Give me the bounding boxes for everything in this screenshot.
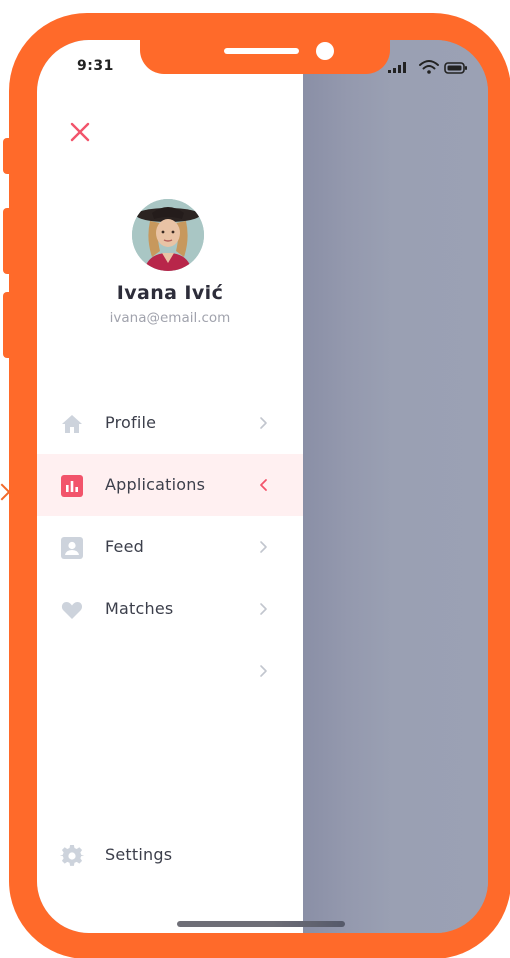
signal-icon bbox=[388, 62, 406, 73]
status-icons bbox=[388, 60, 468, 74]
user-name: Ivana Ivić bbox=[116, 282, 224, 304]
chevron-right-icon bbox=[260, 603, 267, 615]
drawer-menu: Profile Applications Feed Matches bbox=[37, 392, 303, 702]
menu-item-label: Settings bbox=[105, 845, 173, 864]
close-drawer-button[interactable] bbox=[65, 117, 95, 147]
phone-frame: Ivana Ivić ivana@email.com Profile Appli… bbox=[9, 13, 510, 958]
menu-item-profile[interactable]: Profile bbox=[37, 392, 303, 454]
wifi-icon bbox=[419, 60, 439, 74]
chevron-right-icon bbox=[260, 665, 267, 677]
app-stage: Ivana Ivić ivana@email.com Profile Appli… bbox=[0, 0, 510, 958]
status-time: 9:31 bbox=[77, 58, 114, 74]
close-icon bbox=[70, 122, 90, 142]
user-email: ivana@email.com bbox=[109, 310, 231, 326]
menu-item-label: Matches bbox=[105, 599, 174, 618]
contact-card-icon bbox=[61, 537, 83, 559]
menu-item-label: Applications bbox=[105, 475, 206, 494]
menu-item-feed[interactable]: Feed bbox=[37, 516, 303, 578]
heart-icon bbox=[61, 602, 83, 619]
chevron-right-icon bbox=[260, 541, 267, 553]
home-indicator[interactable] bbox=[177, 921, 345, 927]
menu-item-label: Feed bbox=[105, 537, 144, 556]
menu-item-label: Profile bbox=[105, 413, 157, 432]
user-photo-icon bbox=[132, 199, 204, 271]
phone-screen: Ivana Ivić ivana@email.com Profile Appli… bbox=[37, 40, 488, 933]
menu-item-settings[interactable]: Settings bbox=[37, 824, 303, 886]
gear-icon bbox=[60, 844, 84, 866]
navigation-drawer: Ivana Ivić ivana@email.com Profile Appli… bbox=[37, 40, 303, 933]
chevron-right-icon bbox=[260, 417, 267, 429]
menu-item-unlabeled[interactable] bbox=[37, 640, 303, 702]
bar-chart-icon bbox=[61, 475, 83, 497]
avatar[interactable] bbox=[132, 199, 204, 271]
battery-icon bbox=[444, 62, 467, 74]
menu-item-matches[interactable]: Matches bbox=[37, 578, 303, 640]
chevron-left-icon bbox=[260, 479, 267, 491]
content-dim-overlay[interactable] bbox=[303, 40, 488, 933]
speaker-grille bbox=[224, 48, 299, 54]
home-icon bbox=[62, 415, 82, 433]
phone-notch bbox=[140, 40, 390, 74]
menu-item-applications[interactable]: Applications bbox=[37, 454, 303, 516]
camera-icon bbox=[316, 42, 334, 60]
